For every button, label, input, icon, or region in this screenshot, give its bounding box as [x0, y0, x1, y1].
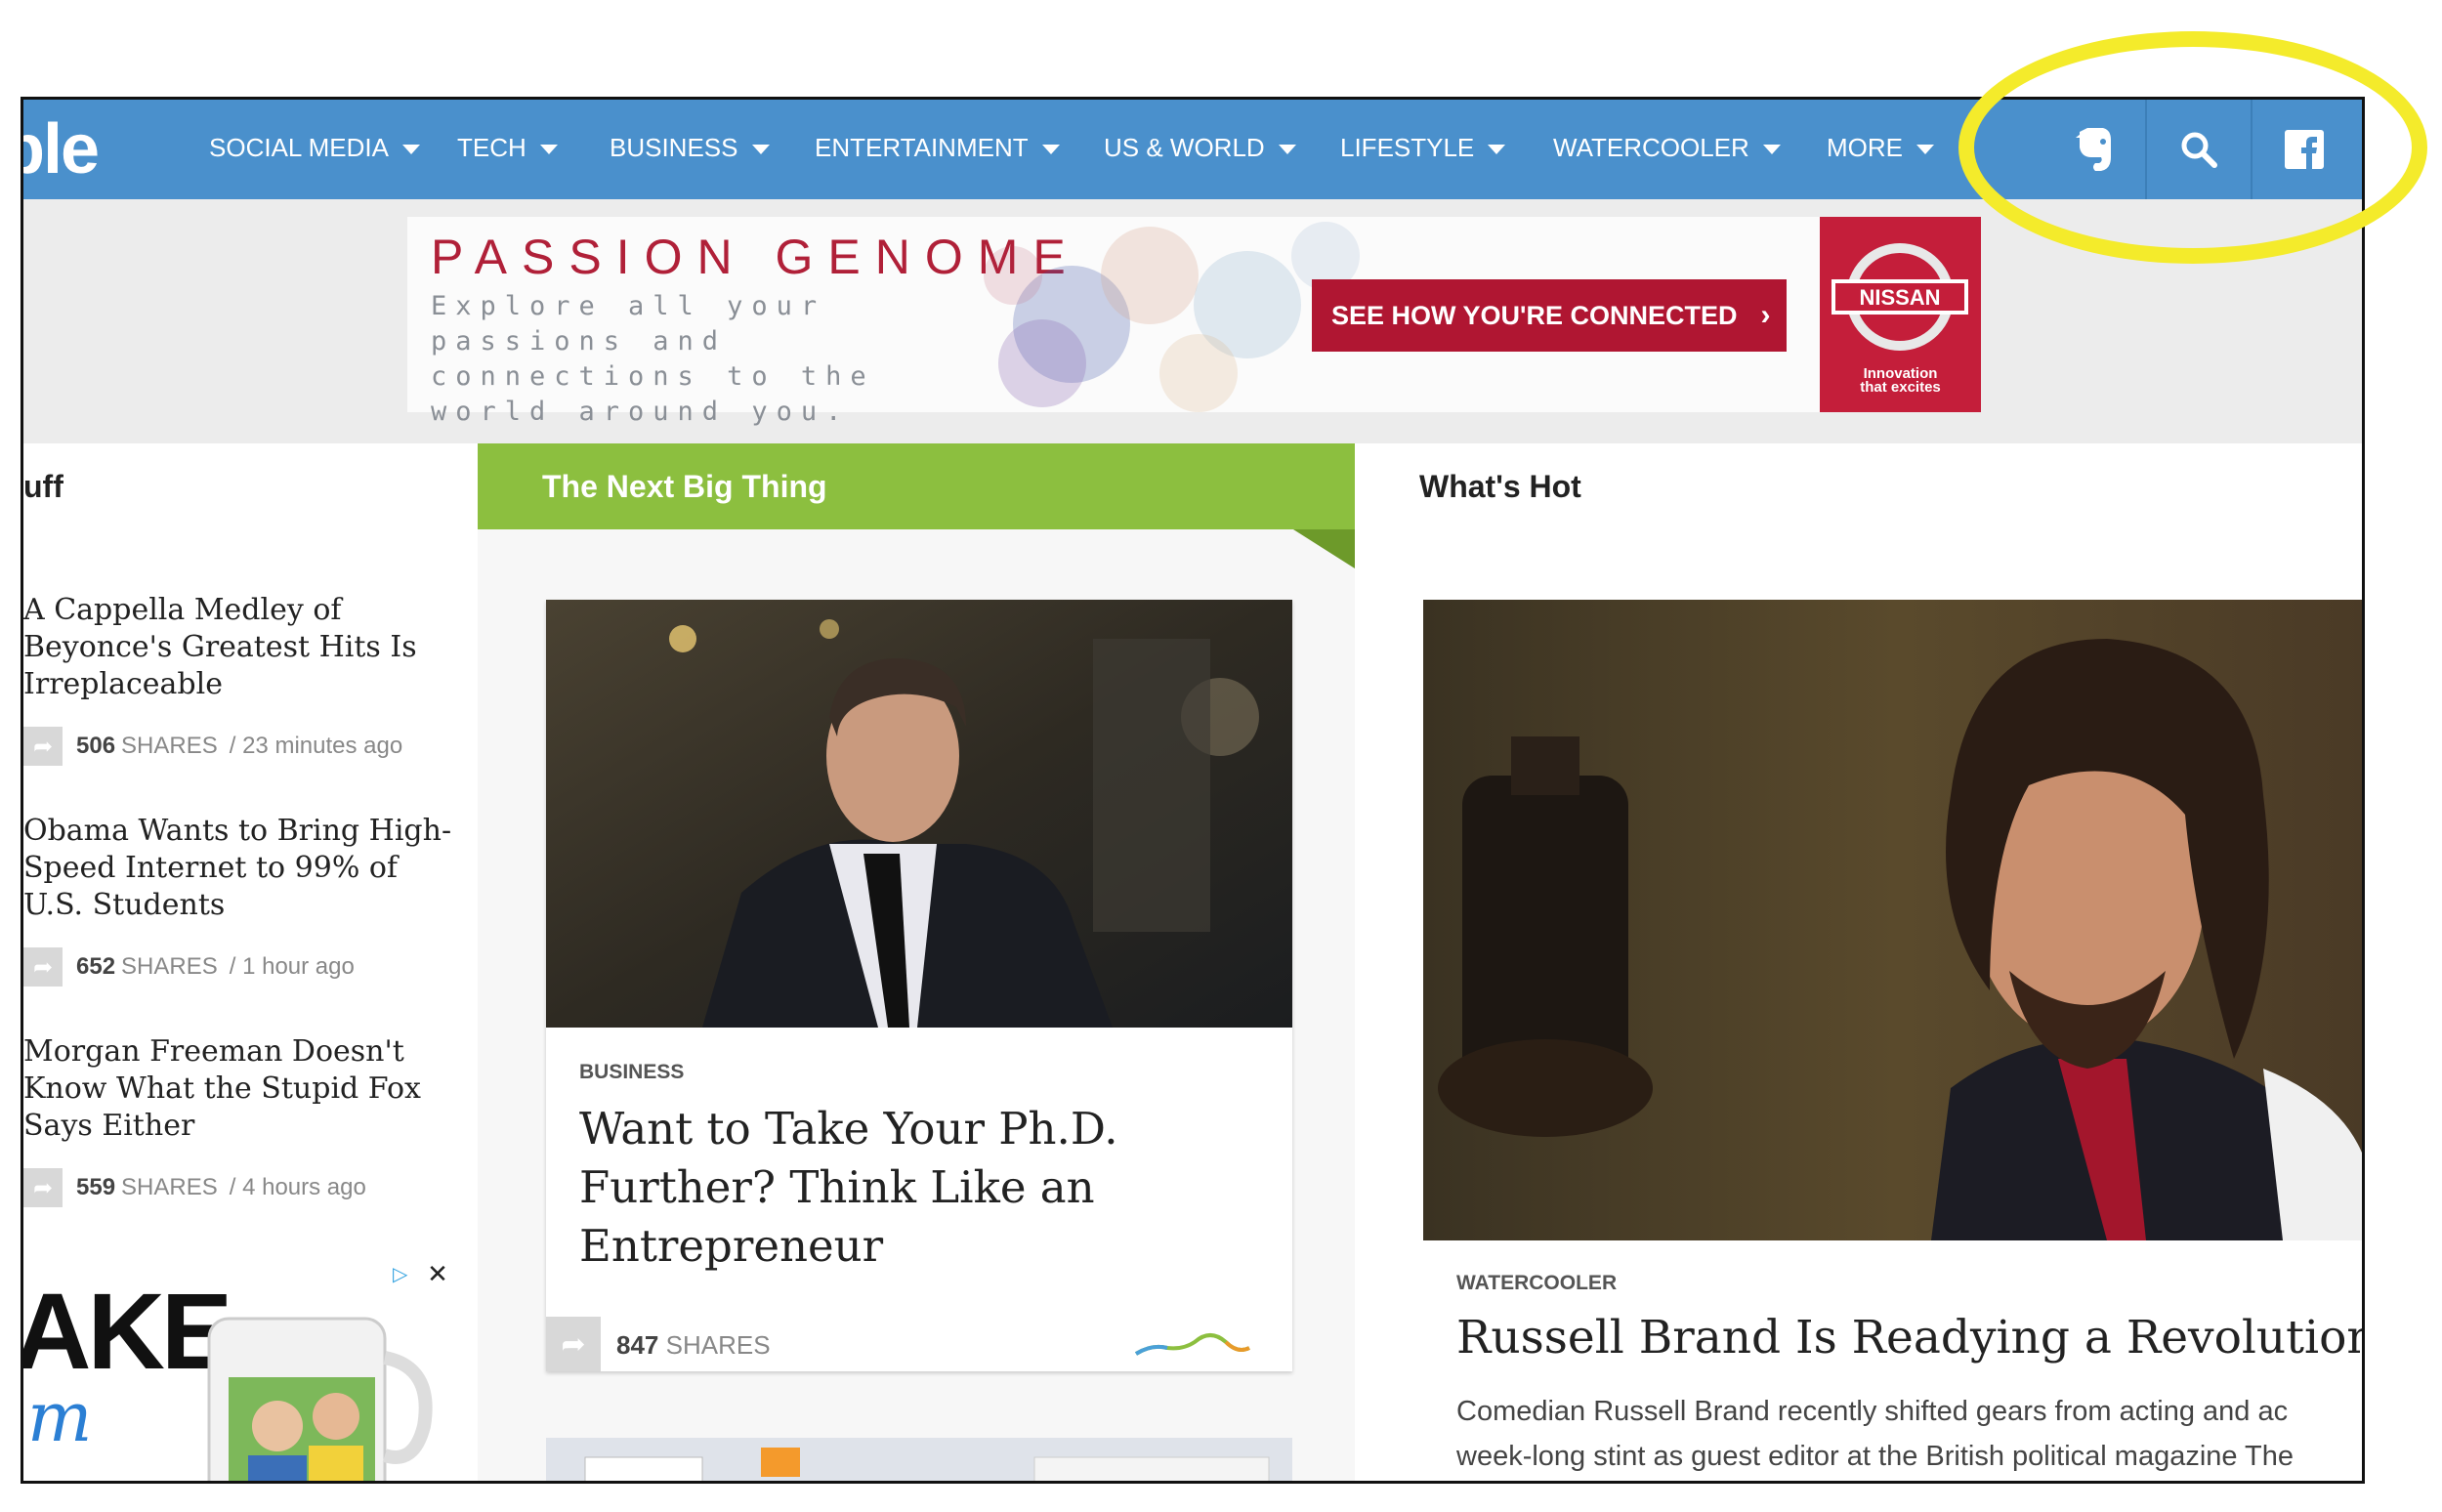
ad-tagline: Innovation that excites	[1820, 366, 1981, 396]
list-item[interactable]: A Cappella Medley of Beyonce's Greatest …	[23, 592, 453, 766]
caret-down-icon	[751, 145, 770, 155]
story-title[interactable]: Want to Take Your Ph.D. Further? Think L…	[579, 1100, 1263, 1276]
share-icon[interactable]: ➦	[546, 1317, 601, 1371]
site-logo[interactable]: ble	[23, 109, 100, 189]
nissan-logo: NISSAN	[1832, 243, 1968, 351]
nav-label: LIFESTYLE	[1340, 133, 1475, 162]
trend-sparkline-icon	[1134, 1333, 1250, 1356]
nav-item-social-media[interactable]: SOCIAL MEDIA	[209, 133, 420, 163]
nav-label: WATERCOOLER	[1553, 133, 1749, 162]
list-item[interactable]: Morgan Freeman Doesn't Know What the Stu…	[23, 1033, 453, 1207]
share-count: 652	[76, 953, 116, 980]
nav-item-us-world[interactable]: US & WORLD	[1104, 133, 1296, 163]
caret-down-icon	[1278, 145, 1296, 155]
nav-item-more[interactable]: MORE	[1827, 133, 1934, 163]
yellow-highlight-circle	[1958, 31, 2427, 264]
share-count: 847 SHARES	[616, 1330, 771, 1361]
story-footer: ➦ 847 SHARES	[546, 1317, 1292, 1371]
caret-down-icon	[1488, 145, 1506, 155]
caret-down-icon	[1762, 145, 1781, 155]
story-photo-businessman[interactable]	[546, 600, 1292, 1028]
nav-item-business[interactable]: BUSINESS	[610, 133, 770, 163]
nissan-logo-text: NISSAN	[1859, 285, 1940, 310]
story-title[interactable]: Russell Brand Is Readying a Revolution	[1456, 1311, 2362, 1365]
story-category[interactable]: BUSINESS	[579, 1061, 684, 1084]
column-header-whats-hot: What's Hot	[1355, 443, 2362, 529]
browser-screenshot-thumbnail	[546, 1438, 1292, 1481]
story-description: Comedian Russell Brand recently shifted …	[1456, 1389, 2362, 1479]
story-photo-russell-brand[interactable]	[1423, 600, 2365, 1240]
ad-tagline-line-2: that excites	[1860, 379, 1941, 396]
story-meta: ➦ 652 SHARES / 1 hour ago	[23, 947, 453, 987]
caret-down-icon	[1041, 145, 1060, 155]
share-icon[interactable]: ➦	[23, 727, 63, 766]
nav-label: ENTERTAINMENT	[815, 133, 1029, 162]
share-count-number: 847	[616, 1330, 659, 1360]
whats-hot-column: WATERCOOLER Russell Brand Is Readying a …	[1355, 529, 2365, 1481]
nav-label: MORE	[1827, 133, 1903, 162]
column-header-next-big-thing: The Next Big Thing	[478, 443, 1355, 529]
timestamp: / 23 minutes ago	[229, 733, 403, 759]
header-flag-corner	[1293, 529, 1355, 568]
shares-label: SHARES	[665, 1330, 771, 1360]
column-header-left: uff	[23, 443, 478, 529]
nav-item-tech[interactable]: TECH	[457, 133, 558, 163]
next-big-thing-column: BUSINESS Want to Take Your Ph.D. Further…	[478, 529, 1355, 1481]
share-count: 506	[76, 733, 116, 759]
chevron-right-icon: ›	[1760, 299, 1771, 331]
story-title[interactable]: Morgan Freeman Doesn't Know What the Stu…	[23, 1033, 453, 1145]
caret-down-icon	[401, 145, 420, 155]
story-description-line-1: Comedian Russell Brand recently shifted …	[1456, 1396, 2289, 1427]
ad-cta-label: SEE HOW YOU'RE CONNECTED	[1331, 300, 1738, 330]
timestamp: / 4 hours ago	[229, 1174, 366, 1200]
nav-label: US & WORLD	[1104, 133, 1265, 162]
featured-story-card[interactable]: BUSINESS Want to Take Your Ph.D. Further…	[546, 600, 1292, 1371]
ad-info-icon[interactable]: ▷	[393, 1262, 418, 1285]
story-title[interactable]: Obama Wants to Bring High-Speed Internet…	[23, 813, 453, 924]
nav-item-watercooler[interactable]: WATERCOOLER	[1553, 133, 1781, 163]
mug-image	[207, 1317, 433, 1481]
share-icon[interactable]: ➦	[23, 947, 63, 987]
story-description-line-2: week-long stint as guest editor at the B…	[1456, 1441, 2295, 1472]
story-meta: ➦ 506 SHARES / 23 minutes ago	[23, 727, 453, 766]
caret-down-icon	[1916, 145, 1934, 155]
browser-viewport: ble SOCIAL MEDIA TECH BUSINESS ENTERTAIN…	[21, 97, 2365, 1484]
sidebar-display-ad[interactable]: AKE m ▷ ✕	[23, 1260, 455, 1481]
story-title[interactable]: A Cappella Medley of Beyonce's Greatest …	[23, 592, 453, 703]
nissan-logo-panel: NISSAN Innovation that excites	[1820, 217, 1981, 412]
caret-down-icon	[539, 145, 558, 155]
shares-label: SHARES	[121, 733, 218, 759]
share-count: 559	[76, 1174, 116, 1200]
share-icon[interactable]: ➦	[23, 1168, 63, 1207]
nav-label: BUSINESS	[610, 133, 738, 162]
left-story-column: A Cappella Medley of Beyonce's Greatest …	[23, 529, 478, 1481]
story-meta: ➦ 559 SHARES / 4 hours ago	[23, 1168, 453, 1207]
nav-item-entertainment[interactable]: ENTERTAINMENT	[815, 133, 1060, 163]
timestamp: / 1 hour ago	[229, 953, 355, 980]
story-category[interactable]: WATERCOOLER	[1456, 1272, 1617, 1295]
ad-subtitle: Explore all your passions and connection…	[431, 291, 875, 427]
next-story-card-preview[interactable]	[546, 1438, 1292, 1481]
nav-item-lifestyle[interactable]: LIFESTYLE	[1340, 133, 1506, 163]
nav-label: TECH	[457, 133, 526, 162]
nissan-banner-ad[interactable]: PASSION GENOME Explore all your passions…	[407, 217, 1981, 427]
list-item[interactable]: Obama Wants to Bring High-Speed Internet…	[23, 813, 453, 987]
shares-label: SHARES	[121, 1174, 218, 1200]
shares-label: SHARES	[121, 953, 218, 980]
ad-cta-button[interactable]: SEE HOW YOU'RE CONNECTED ›	[1312, 279, 1787, 352]
ad-script-text: m	[27, 1377, 93, 1457]
nav-label: SOCIAL MEDIA	[209, 133, 389, 162]
close-icon[interactable]: ✕	[424, 1260, 451, 1287]
